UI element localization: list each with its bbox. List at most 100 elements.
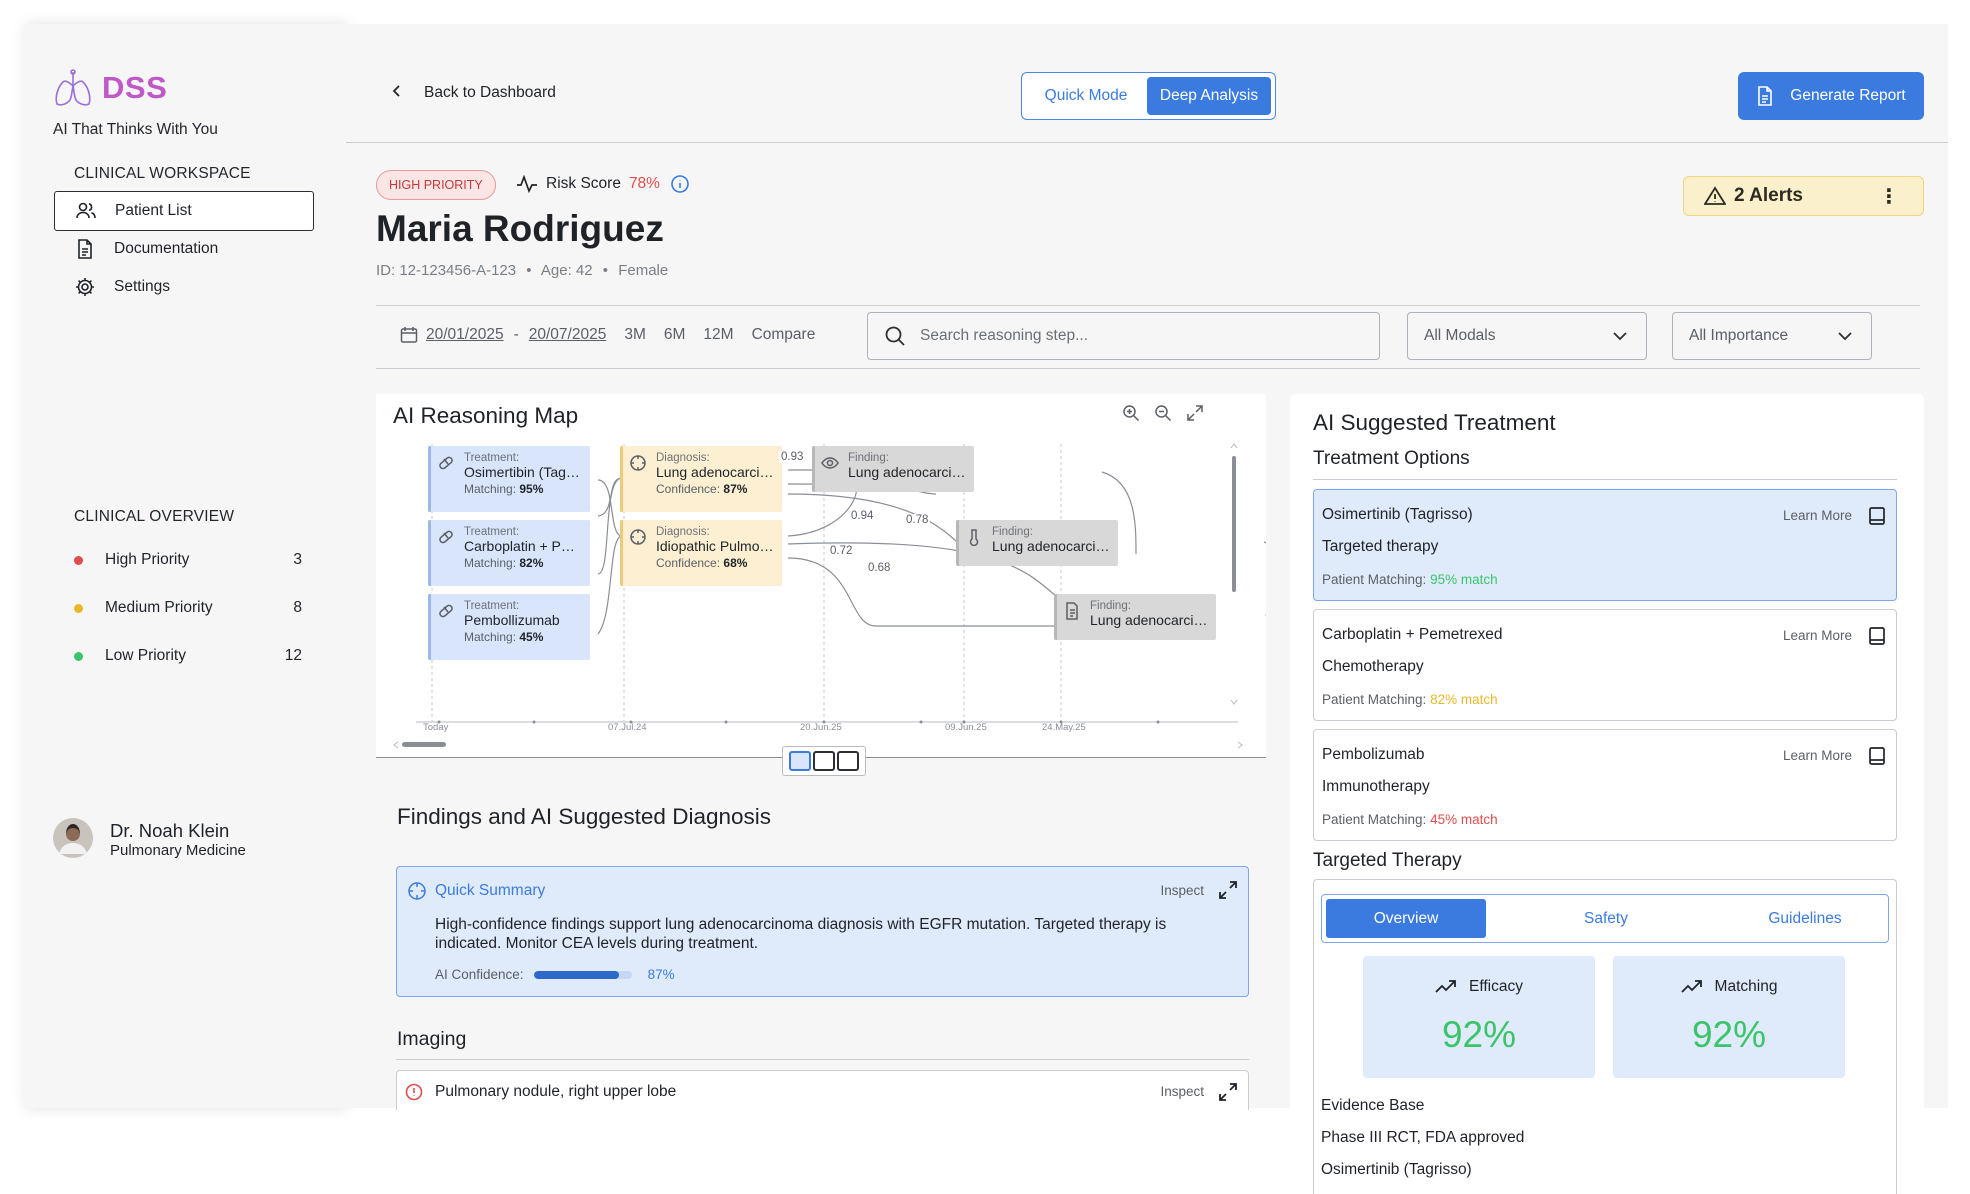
treatment-options-title: Treatment Options (1313, 448, 1470, 469)
timeline-tick-label: Today (423, 722, 449, 733)
node-title: Idiopathic Pulmon… (656, 538, 774, 554)
doctor-department: Pulmonary Medicine (110, 842, 246, 859)
clinical-workspace-label: CLINICAL WORKSPACE (74, 165, 251, 182)
evidence-base-title: Evidence Base (1321, 1097, 1425, 1114)
warning-icon (1704, 186, 1726, 206)
treatment-type: Chemotherapy (1322, 658, 1424, 675)
inspect-link[interactable]: Inspect (1160, 883, 1204, 898)
patient-meta: ID: 12-123456-A-123 • Age: 42 • Female (376, 262, 669, 279)
alerts-button[interactable]: 2 Alerts ⋮ (1683, 176, 1924, 216)
map-node-treatment-pembollizumab[interactable]: Treatment: Pembollizumab Matching: 45% (428, 594, 590, 660)
expand-icon[interactable] (1218, 1082, 1238, 1102)
date-from[interactable]: 20/01/2025 (426, 326, 504, 344)
learn-more-link[interactable]: Learn More (1783, 628, 1852, 643)
map-node-diagnosis-lung-adenocarcinoma[interactable]: Diagnosis: Lung adenocarcin… Confidence:… (620, 446, 782, 512)
expand-icon[interactable] (1218, 880, 1238, 900)
map-node-treatment-osimertibin[interactable]: Treatment: Osimertibin (Tag… Matching: 9… (428, 446, 590, 512)
sidebar: DSS AI That Thinks With You CLINICAL WOR… (24, 24, 346, 1108)
info-icon[interactable] (670, 174, 690, 194)
mode-switch: Quick Mode Deep Analysis (1021, 72, 1276, 120)
chevron-down-icon (1612, 331, 1628, 341)
generate-report-button[interactable]: Generate Report (1738, 72, 1924, 120)
doctor-name: Dr. Noah Klein (110, 820, 230, 841)
search-icon (884, 325, 906, 347)
node-metric-value: 95% (519, 482, 544, 496)
search-field (867, 312, 1380, 360)
book-icon[interactable] (1868, 626, 1886, 646)
importance-select-value: All Importance (1689, 327, 1789, 344)
eye-icon (821, 454, 839, 472)
ai-confidence-label: AI Confidence: (435, 967, 524, 982)
treatment-option-card[interactable]: Osimertinib (Tagrisso) Targeted therapy … (1313, 489, 1897, 601)
search-input[interactable] (920, 327, 1360, 345)
node-metric-label: Matching: (464, 482, 517, 496)
avatar[interactable] (53, 818, 93, 863)
priority-row-low[interactable]: Low Priority 12 (54, 641, 302, 671)
book-icon[interactable] (1868, 746, 1886, 766)
imaging-finding-text: Pulmonary nodule, right upper lobe (435, 1083, 677, 1100)
tab-overview[interactable]: Overview (1326, 899, 1486, 938)
node-title: Lung adenocarcin… (1090, 612, 1208, 628)
treatment-type: Immunotherapy (1322, 778, 1430, 795)
imaging-finding-row[interactable]: Pulmonary nodule, right upper lobe Inspe… (396, 1070, 1249, 1110)
learn-more-link[interactable]: Learn More (1783, 748, 1852, 763)
inspect-link[interactable]: Inspect (1160, 1084, 1204, 1099)
timeline-tick-label: 24.May.25 (1042, 722, 1086, 733)
map-node-finding-1[interactable]: Finding: Lung adenocarcin… (812, 446, 974, 492)
range-12m[interactable]: 12M (703, 326, 733, 344)
compare-button[interactable]: Compare (752, 326, 816, 344)
treatment-option-card[interactable]: Pembolizumab Immunotherapy Patient Match… (1313, 729, 1897, 841)
deep-analysis-button[interactable]: Deep Analysis (1147, 77, 1271, 115)
back-to-dashboard-link[interactable]: Back to Dashboard (392, 82, 556, 103)
efficacy-metric-card: Efficacy 92% (1363, 956, 1595, 1078)
priority-row-medium[interactable]: Medium Priority 8 (54, 593, 302, 623)
activity-icon (516, 175, 538, 193)
patient-id: ID: 12-123456-A-123 (376, 262, 517, 279)
tab-guidelines[interactable]: Guidelines (1725, 899, 1885, 938)
priority-count: 8 (293, 599, 302, 616)
importance-select[interactable]: All Importance (1672, 312, 1872, 360)
map-node-treatment-carboplatin[interactable]: Treatment: Carboplatin + Pe… Matching: 8… (428, 520, 590, 586)
treatment-option-card[interactable]: Carboplatin + Pemetrexed Chemotherapy Pa… (1313, 609, 1897, 721)
range-6m[interactable]: 6M (664, 326, 686, 344)
treatment-match: Patient Matching: 45% match (1322, 812, 1498, 827)
node-caption: Finding: (848, 452, 889, 464)
priority-count: 3 (293, 551, 302, 568)
more-vertical-icon[interactable]: ⋮ (1879, 184, 1899, 209)
tab-safety[interactable]: Safety (1526, 899, 1686, 938)
date-to[interactable]: 20/07/2025 (529, 326, 607, 344)
book-icon[interactable] (1868, 506, 1886, 526)
chevron-down-icon (1837, 331, 1853, 341)
map-node-finding-3[interactable]: Finding: Lung adenocarcin… (1054, 594, 1216, 640)
pill-icon (437, 454, 455, 472)
map-node-finding-2[interactable]: Finding: Lung adenocarcin… (956, 520, 1118, 566)
sidebar-item-patient-list[interactable]: Patient List (54, 191, 314, 231)
priority-row-high[interactable]: High Priority 3 (54, 545, 302, 575)
treatment-match: Patient Matching: 95% match (1322, 572, 1498, 587)
learn-more-link[interactable]: Learn More (1783, 508, 1852, 523)
low-priority-dot-icon (74, 651, 83, 661)
patient-age: Age: 42 (540, 262, 593, 279)
target-icon (407, 881, 427, 901)
sidebar-item-documentation[interactable]: Documentation (54, 229, 314, 269)
sidebar-item-label: Settings (114, 278, 171, 295)
split-view-icon[interactable] (789, 751, 811, 771)
map-view-icon[interactable] (813, 751, 835, 771)
node-caption: Diagnosis: (656, 526, 710, 538)
edge-weight-label: 0.78 (904, 514, 931, 526)
timeline-tick-label: 07.Jul.24 (608, 722, 647, 733)
map-node-diagnosis-idiopathic-pulmonary[interactable]: Diagnosis: Idiopathic Pulmon… Confidence… (620, 520, 782, 586)
timeline-tick-label: 09.Jun.25 (945, 722, 987, 733)
treatment-panel-title: AI Suggested Treatment (1313, 410, 1556, 435)
node-metric-label: Confidence: (656, 556, 721, 570)
sidebar-item-settings[interactable]: Settings (54, 267, 314, 307)
layout-view-toggle (782, 746, 866, 776)
clinical-overview-label: CLINICAL OVERVIEW (74, 508, 235, 525)
modals-select[interactable]: All Modals (1407, 312, 1647, 360)
filter-divider-bottom (376, 368, 1920, 369)
report-document-icon (1756, 86, 1774, 106)
list-view-icon[interactable] (837, 751, 859, 771)
range-3m[interactable]: 3M (624, 326, 646, 344)
quick-mode-button[interactable]: Quick Mode (1025, 77, 1147, 115)
ai-confidence-bar (533, 970, 632, 979)
